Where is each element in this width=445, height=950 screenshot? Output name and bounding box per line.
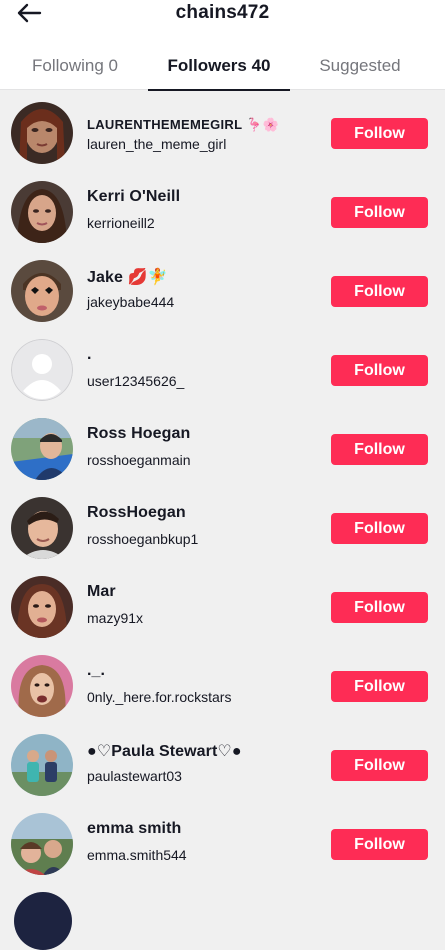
- avatar[interactable]: [11, 655, 73, 717]
- follower-name: RossHoegan: [87, 504, 186, 521]
- follower-name: .: [87, 346, 92, 363]
- follower-name: Jake 💋🧚: [87, 269, 168, 286]
- list-item[interactable]: Ross Hoegan rosshoeganmain Follow: [0, 408, 445, 487]
- default-avatar-icon[interactable]: [11, 339, 73, 401]
- list-item[interactable]: RossHoegan rosshoeganbkup1 Follow: [0, 487, 445, 566]
- avatar[interactable]: [14, 892, 72, 950]
- follow-button[interactable]: Follow: [331, 434, 428, 465]
- follow-button[interactable]: Follow: [331, 276, 428, 307]
- follower-handle: mazy91x: [87, 610, 144, 626]
- list-item[interactable]: LAURENTHEMEMEGIRL 🦩🌸 lauren_the_meme_gir…: [0, 92, 445, 171]
- follower-name: ._.: [87, 662, 106, 679]
- follow-button[interactable]: Follow: [331, 118, 428, 149]
- avatar[interactable]: [11, 418, 73, 480]
- follow-button[interactable]: Follow: [331, 592, 428, 623]
- follower-handle: rosshoeganbkup1: [87, 531, 199, 547]
- follower-handle: rosshoeganmain: [87, 452, 191, 468]
- follow-button[interactable]: Follow: [331, 355, 428, 386]
- follower-name: Ross Hoegan: [87, 425, 191, 442]
- list-item[interactable]: Mar mazy91x Follow: [0, 566, 445, 645]
- follow-button[interactable]: Follow: [331, 513, 428, 544]
- top-bar: chains472: [0, 0, 445, 40]
- follow-button[interactable]: Follow: [331, 829, 428, 860]
- follower-handle: jakeybabe444: [87, 294, 175, 310]
- follower-handle: user12345626_: [87, 373, 185, 389]
- tab-suggested[interactable]: Suggested: [290, 40, 430, 90]
- follower-handle: lauren_the_meme_girl: [87, 136, 227, 152]
- follower-name: Kerri O'Neill: [87, 188, 181, 205]
- avatar[interactable]: [11, 181, 73, 243]
- avatar[interactable]: [11, 260, 73, 322]
- follower-handle: 0nly._here.for.rockstars: [87, 689, 232, 705]
- follower-handle: emma.smith544: [87, 847, 187, 863]
- follow-button[interactable]: Follow: [331, 750, 428, 781]
- list-item[interactable]: ._. 0nly._here.for.rockstars Follow: [0, 645, 445, 724]
- list-item[interactable]: emma smith emma.smith544 Follow: [0, 803, 445, 882]
- list-item[interactable]: ●♡Paula Stewart♡● paulastewart03 Follow: [0, 724, 445, 803]
- follower-name: ●♡Paula Stewart♡●: [87, 743, 242, 760]
- list-item[interactable]: Kerri O'Neill kerrioneill2 Follow: [0, 171, 445, 250]
- follower-name: emma smith: [87, 820, 182, 837]
- avatar[interactable]: [11, 576, 73, 638]
- avatar[interactable]: [11, 102, 73, 164]
- tab-followers[interactable]: Followers 40: [148, 40, 290, 91]
- follower-handle: kerrioneill2: [87, 215, 155, 231]
- tab-bar: Following 0 Followers 40 Suggested: [0, 40, 445, 91]
- followers-list: LAURENTHEMEMEGIRL 🦩🌸 lauren_the_meme_gir…: [0, 92, 445, 882]
- avatar[interactable]: [11, 497, 73, 559]
- avatar[interactable]: [11, 734, 73, 796]
- list-item[interactable]: Jake 💋🧚 jakeybabe444 Follow: [0, 250, 445, 329]
- follower-handle: paulastewart03: [87, 768, 182, 784]
- page-title: chains472: [175, 2, 270, 23]
- follow-button[interactable]: Follow: [331, 671, 428, 702]
- follow-button[interactable]: Follow: [331, 197, 428, 228]
- follower-name: Mar: [87, 583, 116, 600]
- follower-name: LAURENTHEMEMEGIRL 🦩🌸: [87, 117, 279, 132]
- tab-following[interactable]: Following 0: [0, 40, 150, 90]
- avatar[interactable]: [11, 813, 73, 875]
- list-item[interactable]: . user12345626_ Follow: [0, 329, 445, 408]
